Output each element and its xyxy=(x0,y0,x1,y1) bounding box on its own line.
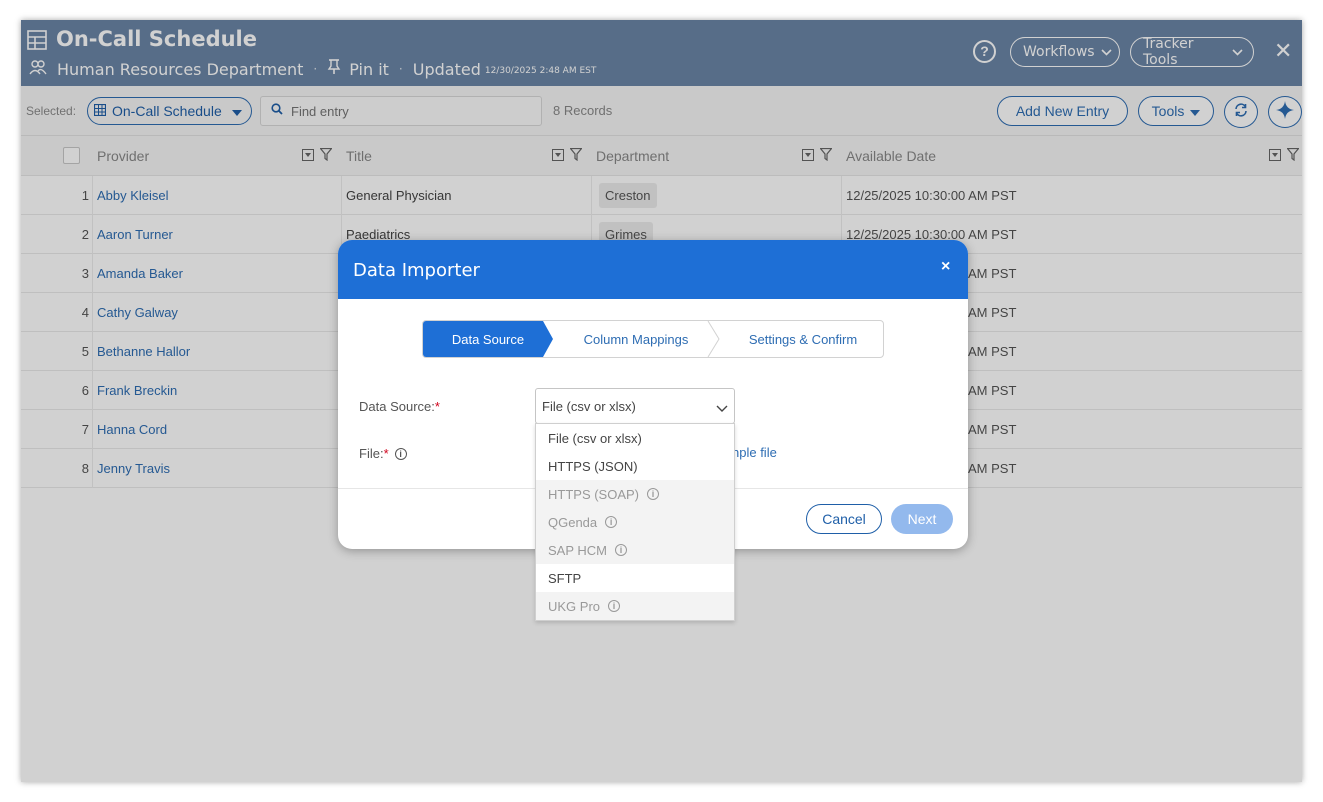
info-icon[interactable]: i xyxy=(605,516,618,528)
option-file-csv-xlsx[interactable]: File (csv or xlsx) xyxy=(536,424,734,452)
data-source-dropdown[interactable]: File (csv or xlsx) xyxy=(535,388,735,424)
option-https-soap: HTTPS (SOAP) i xyxy=(536,480,734,508)
next-button[interactable]: Next xyxy=(891,504,953,534)
wizard-steps: Data Source Column Mappings Settings & C… xyxy=(422,320,884,358)
data-source-options: File (csv or xlsx) HTTPS (JSON) HTTPS (S… xyxy=(535,423,735,621)
chevron-down-icon xyxy=(716,401,728,416)
dialog-title: Data Importer xyxy=(353,260,480,281)
file-label: File:* i xyxy=(359,446,407,461)
sample-file-link[interactable]: nple file xyxy=(732,445,777,460)
info-icon[interactable]: i xyxy=(394,447,407,460)
dialog-header: Data Importer × xyxy=(338,240,968,299)
app-window: On-Call Schedule Human Resources Departm… xyxy=(21,20,1302,782)
step-settings-confirm[interactable]: Settings & Confirm xyxy=(721,321,883,357)
info-icon[interactable]: i xyxy=(647,488,660,500)
step-data-source[interactable]: Data Source xyxy=(423,321,553,357)
option-qgenda: QGenda i xyxy=(536,508,734,536)
cancel-button[interactable]: Cancel xyxy=(806,504,882,534)
option-sftp[interactable]: SFTP xyxy=(536,564,734,592)
data-source-label: Data Source:* xyxy=(359,399,440,414)
option-https-json[interactable]: HTTPS (JSON) xyxy=(536,452,734,480)
info-icon[interactable]: i xyxy=(608,600,621,612)
close-icon[interactable]: × xyxy=(941,258,950,276)
option-sap-hcm: SAP HCM i xyxy=(536,536,734,564)
info-icon[interactable]: i xyxy=(615,544,627,556)
option-ukg-pro: UKG Pro i xyxy=(536,592,734,620)
step-column-mappings[interactable]: Column Mappings xyxy=(551,321,721,357)
